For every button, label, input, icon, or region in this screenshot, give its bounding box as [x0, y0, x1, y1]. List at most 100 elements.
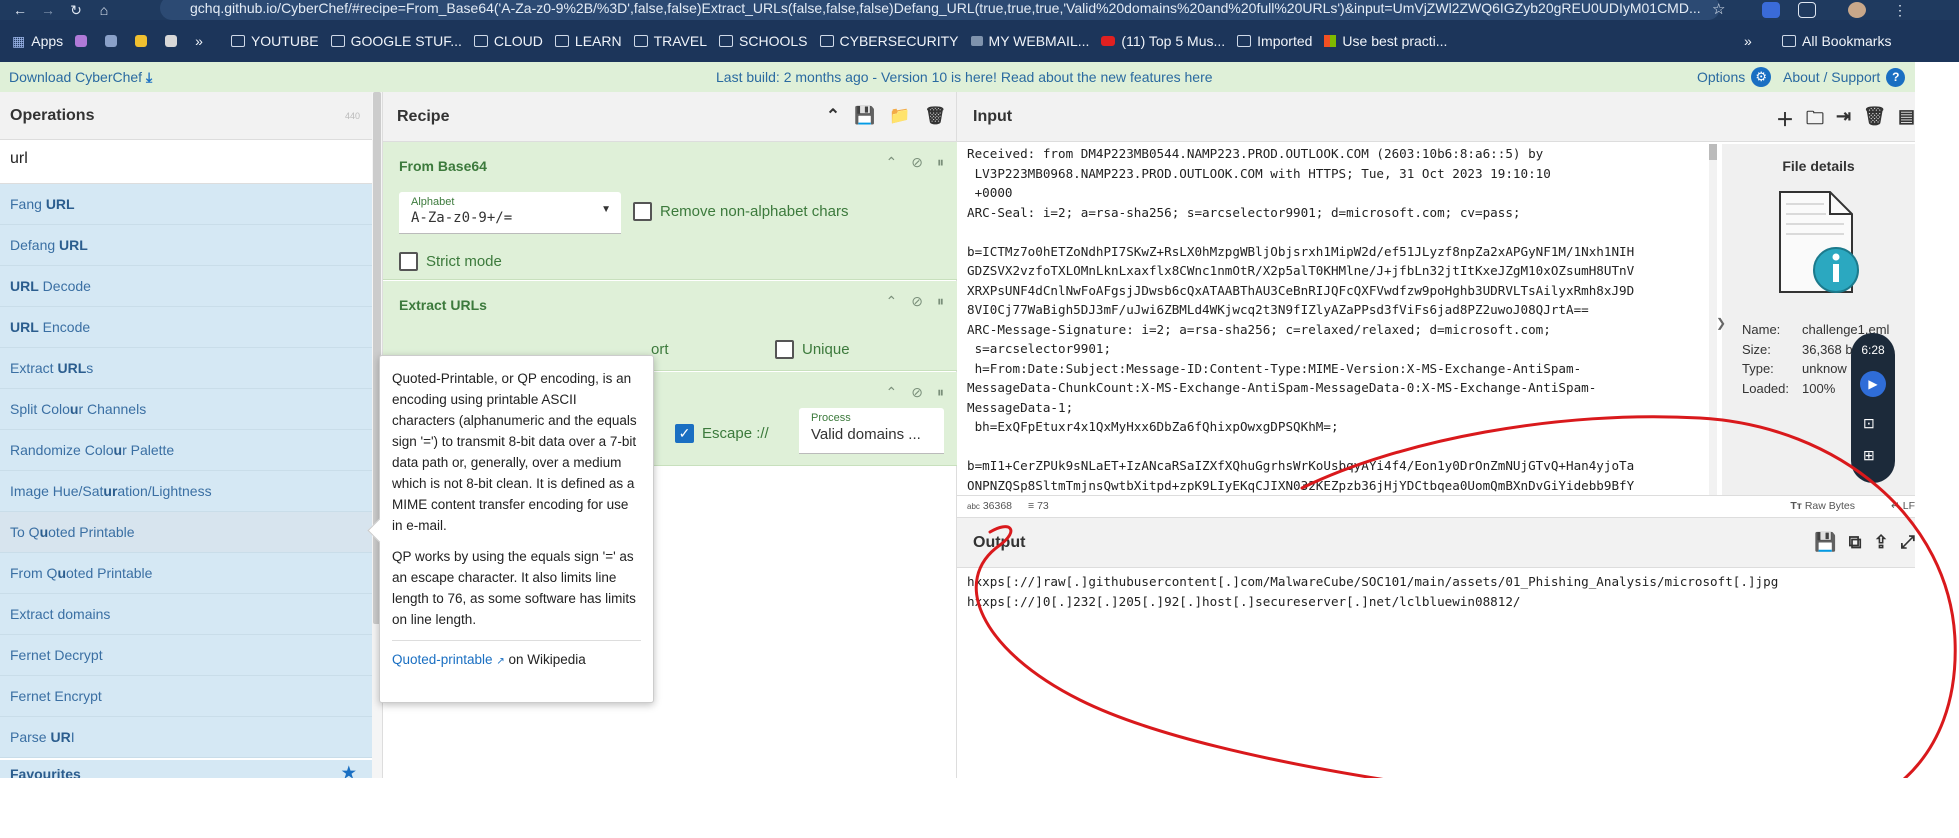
bookmark-google[interactable]: GOOGLE STUF...	[330, 33, 462, 49]
disable-icon[interactable]: ⊘	[911, 154, 923, 171]
eol-label: LF	[1902, 499, 1915, 512]
encoding-label: Raw Bytes	[1804, 499, 1855, 512]
operation-item[interactable]: Split Colour Channels	[0, 389, 372, 430]
operation-item[interactable]: To Quoted Printable	[0, 512, 372, 553]
bookmark-imported[interactable]: Imported	[1237, 33, 1312, 49]
remove-nonalphabet-checkbox[interactable]: Remove non-alphabet chars	[633, 202, 848, 221]
maximize-icon[interactable]: ⤢	[1901, 532, 1915, 553]
options-button[interactable]: Options ⚙	[1697, 67, 1772, 87]
disable-icon[interactable]: ⊘	[911, 384, 923, 401]
operations-search-input[interactable]: url	[0, 140, 372, 184]
ingredient-from-base64[interactable]: From Base64 ⌃ ⊘ ⏸ Alphabet A-Za-z0-9+/= …	[383, 142, 958, 280]
checkbox-label: Escape ://	[702, 425, 769, 442]
char-count: abc 36368	[967, 500, 1012, 512]
bookmark-best-practice[interactable]: Use best practi...	[1324, 33, 1447, 49]
collapse-all-icon[interactable]: ⌃	[826, 106, 840, 126]
bookmark-learn[interactable]: LEARN	[554, 33, 622, 49]
operation-item[interactable]: Fernet Decrypt	[0, 635, 372, 676]
save-output-icon[interactable]: 💾	[1814, 532, 1836, 553]
escape-checkbox[interactable]: ✓ Escape ://	[675, 424, 769, 443]
expand-arrow-icon[interactable]: ❯	[1716, 316, 1726, 330]
profile-avatar[interactable]	[1848, 2, 1866, 18]
operation-item[interactable]: Parse URI	[0, 717, 372, 758]
pause-icon[interactable]: ⏸	[937, 384, 944, 401]
bookmark-color-1[interactable]	[75, 35, 93, 47]
output-title: Output	[973, 533, 1026, 551]
extension-icon[interactable]	[1762, 2, 1780, 18]
output-textarea[interactable]: hxxps[://]raw[.]githubusercontent[.]com/…	[967, 572, 1778, 611]
sort-checkbox[interactable]: ort	[651, 341, 669, 358]
apps-bookmark[interactable]: ▦ Apps	[12, 33, 63, 50]
scrollbar-thumb[interactable]	[1709, 144, 1717, 160]
operation-item[interactable]: From Quoted Printable	[0, 553, 372, 594]
operation-item[interactable]: URL Decode	[0, 266, 372, 307]
forward-icon[interactable]: →	[40, 2, 56, 18]
back-icon[interactable]: ←	[12, 2, 28, 18]
options-label: Options	[1697, 69, 1746, 85]
save-recipe-icon[interactable]: 💾	[854, 106, 875, 126]
chevron-up-icon[interactable]: ⌃	[886, 384, 898, 401]
bookmark-schools[interactable]: SCHOOLS	[719, 33, 808, 49]
bookmark-cloud[interactable]: CLOUD	[473, 33, 543, 49]
address-bar[interactable]: gchq.github.io/CyberChef/#recipe=From_Ba…	[160, 0, 1720, 20]
bookmark-add-icon[interactable]: ⊞	[1863, 447, 1875, 464]
operation-match: URL	[10, 319, 39, 335]
add-tab-icon[interactable]: ＋	[1776, 106, 1794, 136]
load-recipe-icon[interactable]: 📁	[889, 106, 910, 126]
pause-icon[interactable]: ⏸	[937, 154, 944, 171]
bookmark-cybersecurity[interactable]: CYBERSECURITY	[819, 33, 959, 49]
more-bookmarks-right-icon[interactable]: »	[1744, 33, 1752, 49]
replace-input-icon[interactable]: ⇪	[1874, 532, 1889, 553]
favourites-category[interactable]: Favourites ★	[0, 760, 372, 778]
operation-item[interactable]: Extract URLs	[0, 348, 372, 389]
all-bookmarks[interactable]: All Bookmarks	[1782, 33, 1891, 49]
bookmark-travel[interactable]: TRAVEL	[633, 33, 707, 49]
operation-item[interactable]: Image Hue/Saturation/Lightness	[0, 471, 372, 512]
disable-icon[interactable]: ⊘	[911, 293, 923, 310]
clear-input-icon[interactable]: 🗑	[1863, 106, 1886, 136]
operation-item[interactable]: Fernet Encrypt	[0, 676, 372, 717]
operation-item[interactable]: Fang URL	[0, 184, 372, 225]
bookmark-youtube[interactable]: YOUTUBE	[230, 33, 319, 49]
operation-item[interactable]: Defang URL	[0, 225, 372, 266]
process-select[interactable]: Process Valid domains ...	[799, 408, 944, 454]
wikipedia-link[interactable]: Quoted-printable ↗	[392, 652, 505, 667]
reload-icon[interactable]: ↻	[68, 2, 84, 19]
bookmark-star-icon[interactable]: ☆	[1712, 0, 1725, 18]
bookmark-webmail[interactable]: MY WEBMAIL...	[970, 33, 1089, 49]
return-icon: ↵	[1891, 499, 1900, 512]
bookmark-label: All Bookmarks	[1802, 33, 1892, 49]
copy-output-icon[interactable]: ⧉	[1849, 532, 1862, 553]
strict-mode-checkbox[interactable]: Strict mode	[399, 252, 502, 271]
home-icon[interactable]: ⌂	[96, 2, 112, 18]
play-icon[interactable]: ▶	[1860, 371, 1886, 397]
bookmark-color-2[interactable]	[105, 35, 123, 47]
bookmark-top5[interactable]: (11) Top 5 Mus...	[1101, 33, 1225, 49]
bookmark-color-4[interactable]	[165, 35, 183, 47]
about-button[interactable]: About / Support?	[1783, 67, 1906, 87]
more-bookmarks-icon[interactable]: »	[195, 33, 203, 49]
unique-checkbox[interactable]: Unique	[775, 340, 850, 359]
operation-item[interactable]: URL Encode	[0, 307, 372, 348]
puzzle-icon[interactable]	[1798, 2, 1816, 18]
download-link[interactable]: Download CyberChef ⤓	[9, 69, 152, 86]
input-textarea[interactable]: Received: from DM4P223MB0544.NAMP223.PRO…	[967, 144, 1712, 495]
operation-match: u	[57, 565, 67, 581]
bookmark-label: Use best practi...	[1342, 33, 1448, 49]
chevron-up-icon[interactable]: ⌃	[886, 154, 898, 171]
encoding-selector[interactable]: Tт Raw Bytes	[1790, 500, 1855, 512]
operation-item[interactable]: Randomize Colour Palette	[0, 430, 372, 471]
pause-icon[interactable]: ⏸	[937, 293, 944, 310]
open-folder-icon[interactable]: 🗀	[1806, 106, 1824, 136]
open-file-icon[interactable]: ⇥	[1836, 106, 1851, 136]
menu-icon[interactable]: ⋮	[1892, 2, 1908, 19]
chevron-up-icon[interactable]: ⌃	[886, 293, 898, 310]
bookmark-color-3[interactable]	[135, 35, 153, 47]
clear-recipe-icon[interactable]: 🗑	[924, 106, 946, 126]
build-message[interactable]: Last build: 2 months ago - Version 10 is…	[716, 69, 1213, 85]
screenshot-icon[interactable]: ⊡	[1863, 415, 1875, 432]
operation-item[interactable]: Extract domains	[0, 594, 372, 635]
eol-selector[interactable]: ↵ LF	[1891, 500, 1915, 512]
layout-icon[interactable]: ▤	[1898, 106, 1915, 136]
alphabet-select[interactable]: Alphabet A-Za-z0-9+/= ▼	[399, 192, 621, 234]
